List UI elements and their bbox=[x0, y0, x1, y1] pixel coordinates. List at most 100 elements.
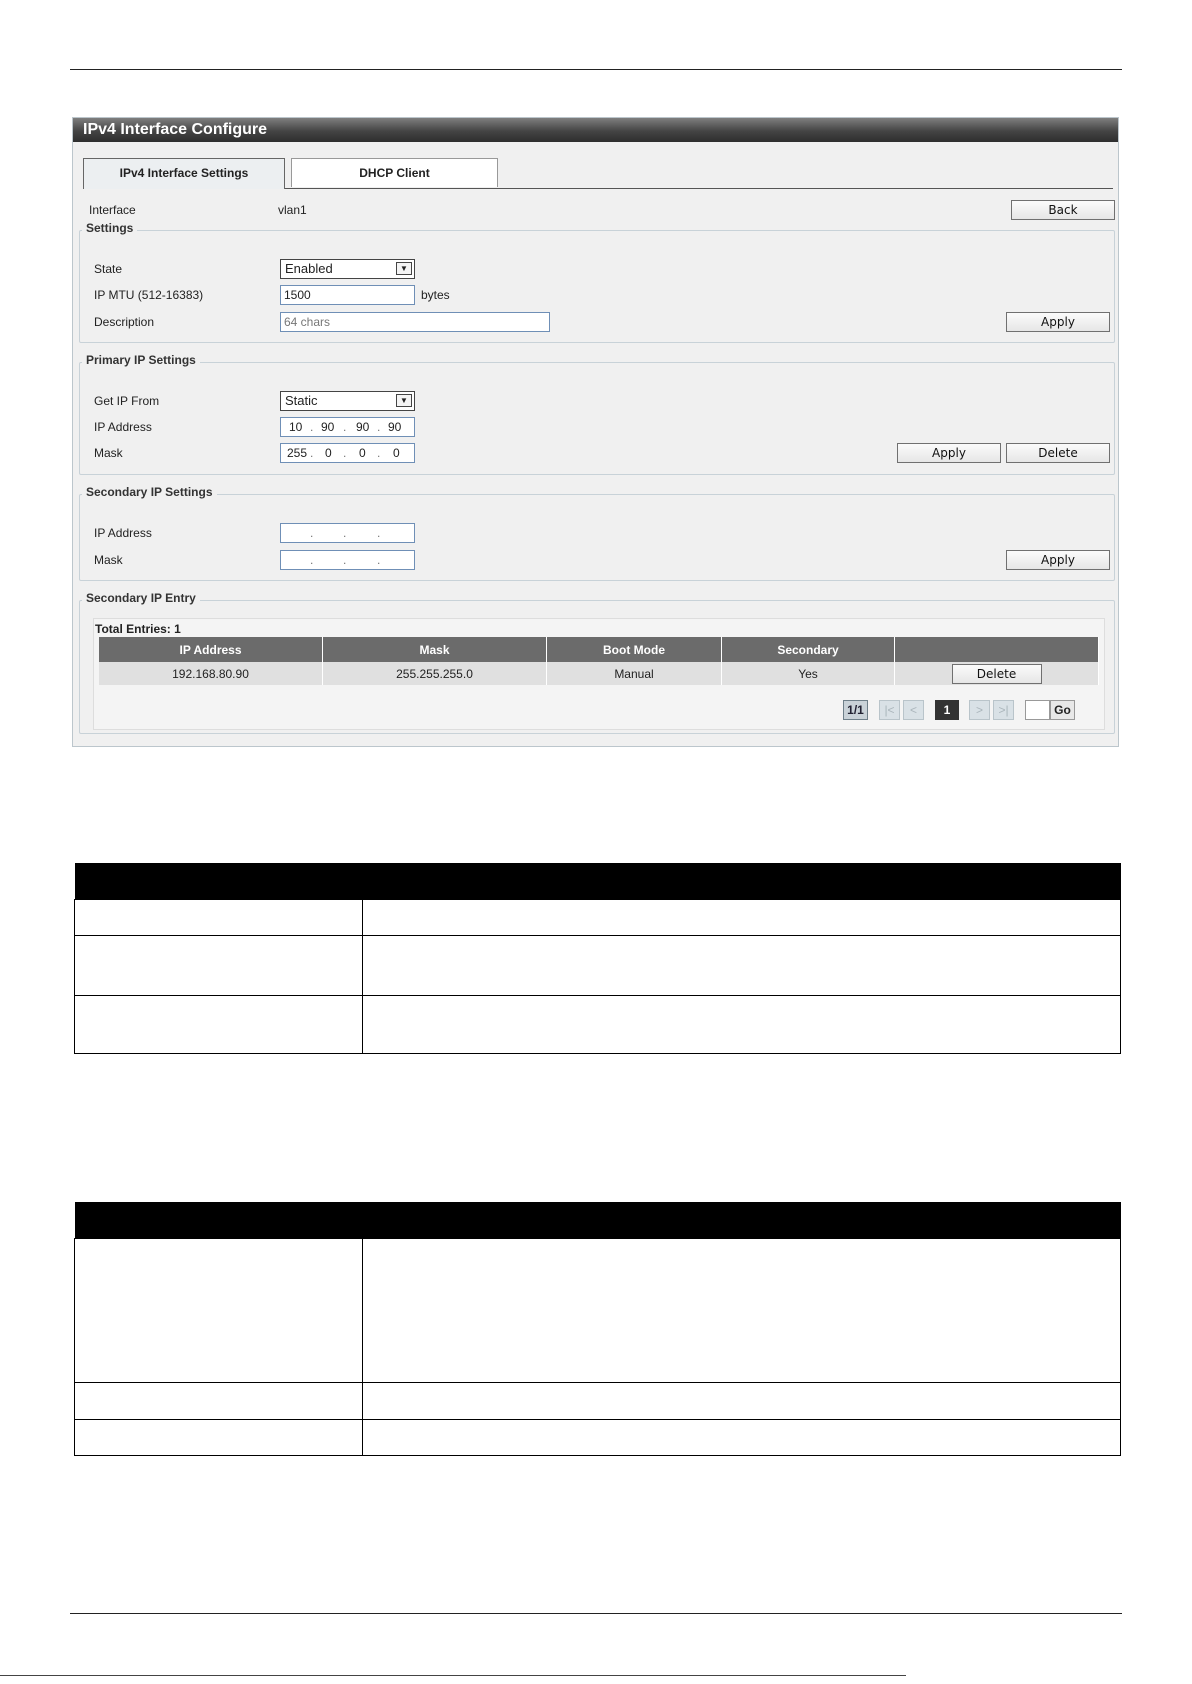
primary-mask-input[interactable]: 255 . 0 . 0 . 0 bbox=[280, 443, 415, 463]
column-header: IP Address bbox=[99, 637, 323, 662]
cell-boot-mode: Manual bbox=[546, 662, 722, 685]
go-button[interactable]: Go bbox=[1050, 700, 1075, 720]
primary-ip-address-input[interactable]: 10 . 90 . 90 . 90 bbox=[280, 417, 415, 437]
state-select-value: Enabled bbox=[285, 261, 333, 276]
doc-cell bbox=[362, 935, 1121, 996]
doc-table-row bbox=[74, 1382, 1121, 1420]
ip-separator: . bbox=[310, 553, 314, 567]
panel-title: IPv4 Interface Configure bbox=[73, 118, 1118, 142]
interface-label: Interface bbox=[89, 203, 136, 217]
doc-table-header bbox=[74, 1202, 1121, 1239]
chevron-down-icon: ▼ bbox=[396, 262, 412, 275]
doc-cell bbox=[74, 899, 363, 936]
ip-separator: . bbox=[377, 420, 381, 434]
secondary-ip-address-input[interactable]: . . . bbox=[280, 523, 415, 543]
ip-separator: . bbox=[377, 446, 381, 460]
back-button[interactable]: Back bbox=[1011, 200, 1115, 220]
doc-cell bbox=[74, 1238, 363, 1383]
doc-cell bbox=[362, 899, 1121, 936]
secondary-mask-label: Mask bbox=[94, 553, 123, 567]
primary-ip-fieldset: Primary IP Settings Get IP From Static ▼… bbox=[79, 353, 1115, 475]
tab-ipv4-interface-settings[interactable]: IPv4 Interface Settings bbox=[83, 158, 285, 189]
settings-fieldset: Settings State Enabled ▼ IP MTU (512-163… bbox=[79, 221, 1115, 343]
pager-info: 1/1 bbox=[843, 700, 868, 720]
mtu-input[interactable]: 1500 bbox=[280, 285, 415, 305]
tab-bar: IPv4 Interface Settings DHCP Client bbox=[83, 158, 1113, 189]
cell-action: Delete bbox=[894, 662, 1099, 685]
tab-dhcp-client[interactable]: DHCP Client bbox=[291, 158, 498, 187]
doc-header-cell bbox=[362, 863, 1121, 900]
doc-cell bbox=[362, 1419, 1121, 1456]
interface-value: vlan1 bbox=[278, 203, 307, 217]
secondary-ip-address-label: IP Address bbox=[94, 526, 152, 540]
settings-legend: Settings bbox=[82, 221, 138, 235]
doc-table-header bbox=[74, 863, 1121, 900]
mask-octet-3: 0 bbox=[359, 446, 366, 460]
cell-mask: 255.255.255.0 bbox=[322, 662, 547, 685]
cell-ip: 192.168.80.90 bbox=[99, 662, 323, 685]
first-page-button[interactable]: |< bbox=[879, 700, 900, 720]
ip-separator: . bbox=[343, 420, 347, 434]
ip-separator: . bbox=[310, 420, 314, 434]
mask-octet-2: 0 bbox=[325, 446, 332, 460]
table-row: 192.168.80.90 255.255.255.0 Manual Yes D… bbox=[99, 662, 1099, 685]
prev-page-button[interactable]: < bbox=[903, 700, 924, 720]
column-header bbox=[894, 637, 1099, 662]
ip-separator: . bbox=[377, 553, 381, 567]
next-page-button[interactable]: > bbox=[969, 700, 990, 720]
doc-header-cell bbox=[74, 1202, 363, 1239]
go-page-input[interactable] bbox=[1025, 700, 1050, 720]
secondary-entry-legend: Secondary IP Entry bbox=[82, 591, 200, 605]
last-page-button[interactable]: >| bbox=[993, 700, 1014, 720]
primary-mask-label: Mask bbox=[94, 446, 123, 460]
ipv4-interface-panel: IPv4 Interface Configure IPv4 Interface … bbox=[72, 117, 1119, 747]
column-header: Mask bbox=[322, 637, 547, 662]
ip-octet-2: 90 bbox=[321, 420, 335, 434]
doc-table-row bbox=[74, 995, 1121, 1054]
row-delete-button[interactable]: Delete bbox=[951, 663, 1042, 684]
ip-separator: . bbox=[310, 446, 314, 460]
mtu-label: IP MTU (512-16383) bbox=[94, 288, 204, 302]
cell-secondary: Yes bbox=[721, 662, 895, 685]
current-page-button[interactable]: 1 bbox=[935, 700, 959, 720]
column-header: Secondary bbox=[721, 637, 895, 662]
state-select[interactable]: Enabled ▼ bbox=[280, 259, 415, 279]
get-ip-from-label: Get IP From bbox=[94, 394, 160, 408]
secondary-ip-fieldset: Secondary IP Settings IP Address . . . M… bbox=[79, 485, 1115, 581]
ip-octet-3: 90 bbox=[356, 420, 370, 434]
footer-rule bbox=[0, 1675, 906, 1676]
secondary-apply-button[interactable]: Apply bbox=[1006, 550, 1110, 570]
primary-apply-button[interactable]: Apply bbox=[897, 443, 1001, 463]
table-header-row: IP Address Mask Boot Mode Secondary bbox=[99, 637, 1099, 662]
doc-header-cell bbox=[74, 863, 363, 900]
doc-cell bbox=[74, 1382, 363, 1420]
primary-delete-button[interactable]: Delete bbox=[1006, 443, 1110, 463]
primary-ip-address-label: IP Address bbox=[94, 420, 152, 434]
doc-cell bbox=[362, 995, 1121, 1054]
top-rule bbox=[70, 69, 1122, 70]
secondary-ip-table: IP Address Mask Boot Mode Secondary 192.… bbox=[99, 637, 1099, 685]
get-ip-from-select[interactable]: Static ▼ bbox=[280, 391, 415, 411]
state-label: State bbox=[94, 262, 123, 276]
ip-octet-1: 10 bbox=[289, 420, 303, 434]
secondary-mask-input[interactable]: . . . bbox=[280, 550, 415, 570]
mask-octet-1: 255 bbox=[287, 446, 308, 460]
description-input[interactable]: 64 chars bbox=[280, 312, 550, 332]
doc-cell bbox=[74, 995, 363, 1054]
doc-cell bbox=[362, 1238, 1121, 1383]
ip-separator: . bbox=[310, 526, 314, 540]
description-label: Description bbox=[94, 315, 155, 329]
secondary-ip-legend: Secondary IP Settings bbox=[82, 485, 217, 499]
bottom-rule bbox=[70, 1613, 1122, 1614]
doc-table-row bbox=[74, 1238, 1121, 1383]
ip-separator: . bbox=[343, 446, 347, 460]
doc-cell bbox=[74, 1419, 363, 1456]
doc-table-row bbox=[74, 1419, 1121, 1456]
doc-table-1 bbox=[74, 863, 1121, 1054]
ip-octet-4: 90 bbox=[388, 420, 402, 434]
get-ip-from-value: Static bbox=[285, 393, 318, 408]
settings-apply-button[interactable]: Apply bbox=[1006, 312, 1110, 332]
doc-cell bbox=[74, 935, 363, 996]
ip-separator: . bbox=[343, 553, 347, 567]
ip-separator: . bbox=[377, 526, 381, 540]
